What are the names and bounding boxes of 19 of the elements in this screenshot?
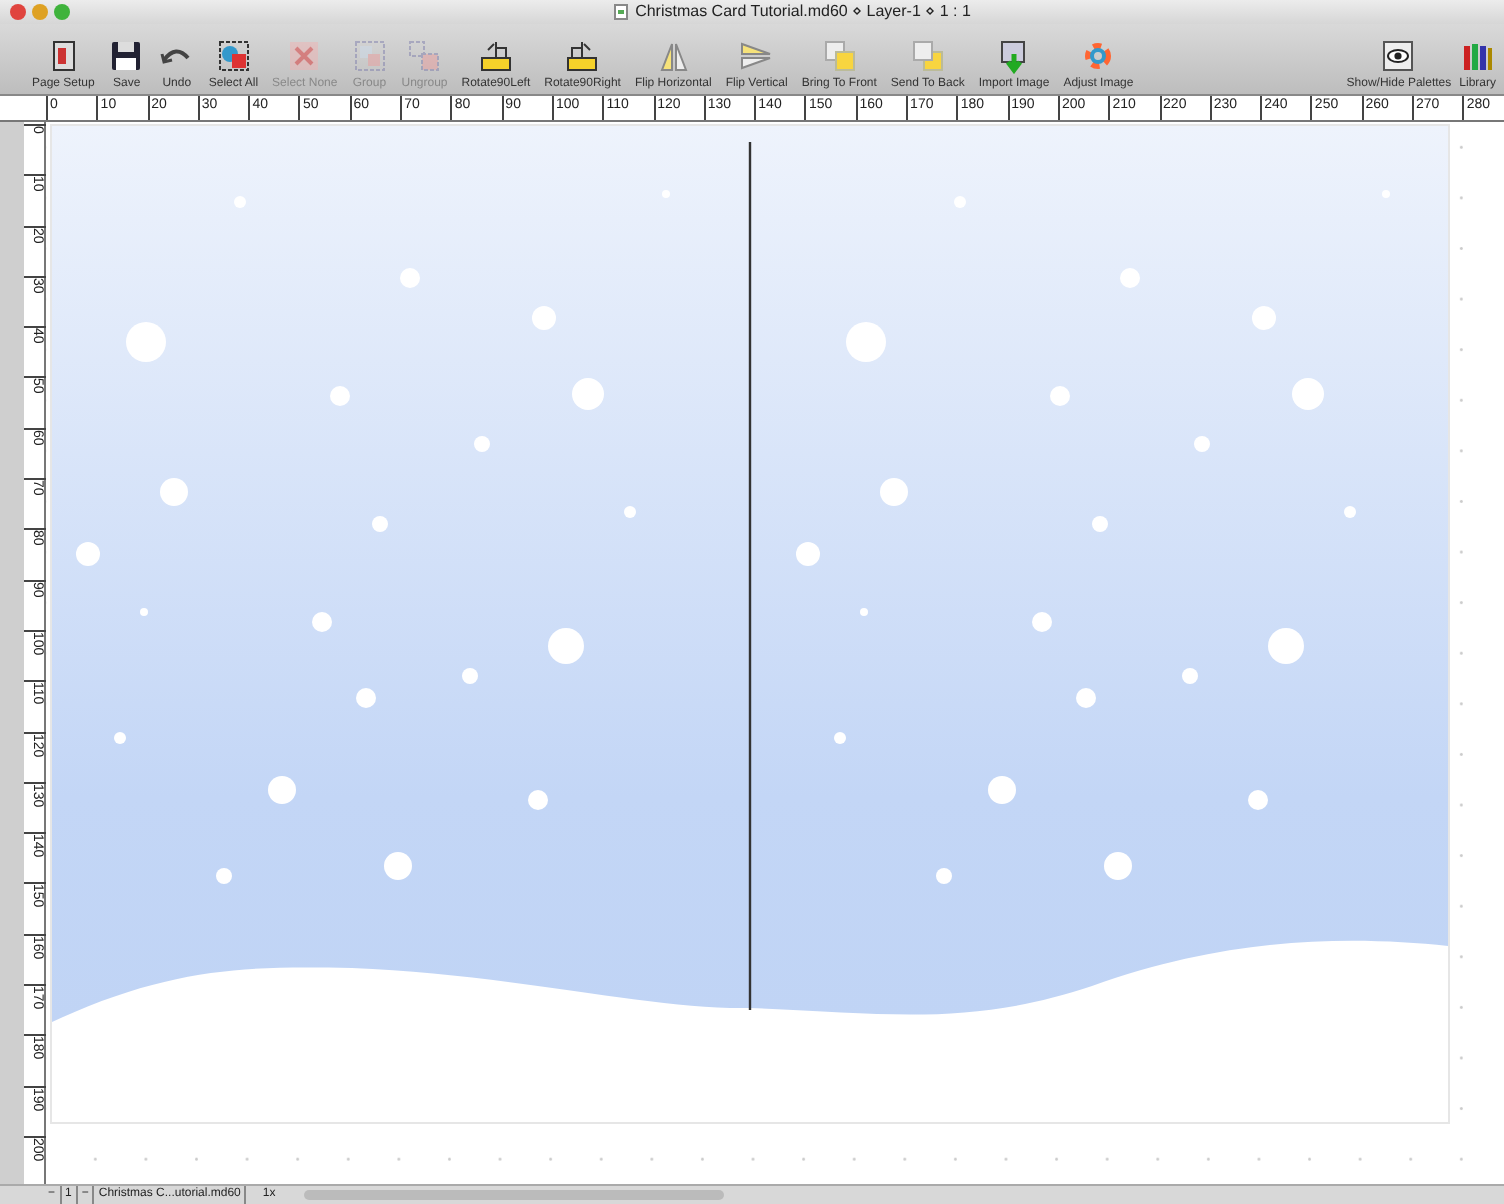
books-icon — [1459, 38, 1496, 74]
rotate-left-icon — [477, 38, 514, 74]
scrollbar[interactable] — [303, 1190, 724, 1200]
eye-icon — [1380, 38, 1417, 74]
group-icon — [351, 38, 388, 74]
window-title: Christmas Card Tutorial.md60 ⋄ Layer-1 ⋄ 1 : 1 — [635, 0, 971, 24]
color-wheel-icon — [1080, 38, 1117, 74]
select-all-icon — [215, 38, 252, 74]
zoom-button[interactable] — [54, 4, 70, 20]
close-button[interactable] — [10, 4, 26, 20]
x-mark-icon — [286, 38, 323, 74]
bring-to-front-icon — [821, 38, 858, 74]
send-to-back-icon — [909, 38, 946, 74]
ungroup-icon — [406, 38, 443, 74]
minimize-button[interactable] — [32, 4, 48, 20]
flip-vertical-icon — [738, 38, 775, 74]
flip-horizontal-icon — [655, 38, 692, 74]
rotate-right-icon — [564, 38, 601, 74]
document-icon — [613, 4, 628, 20]
